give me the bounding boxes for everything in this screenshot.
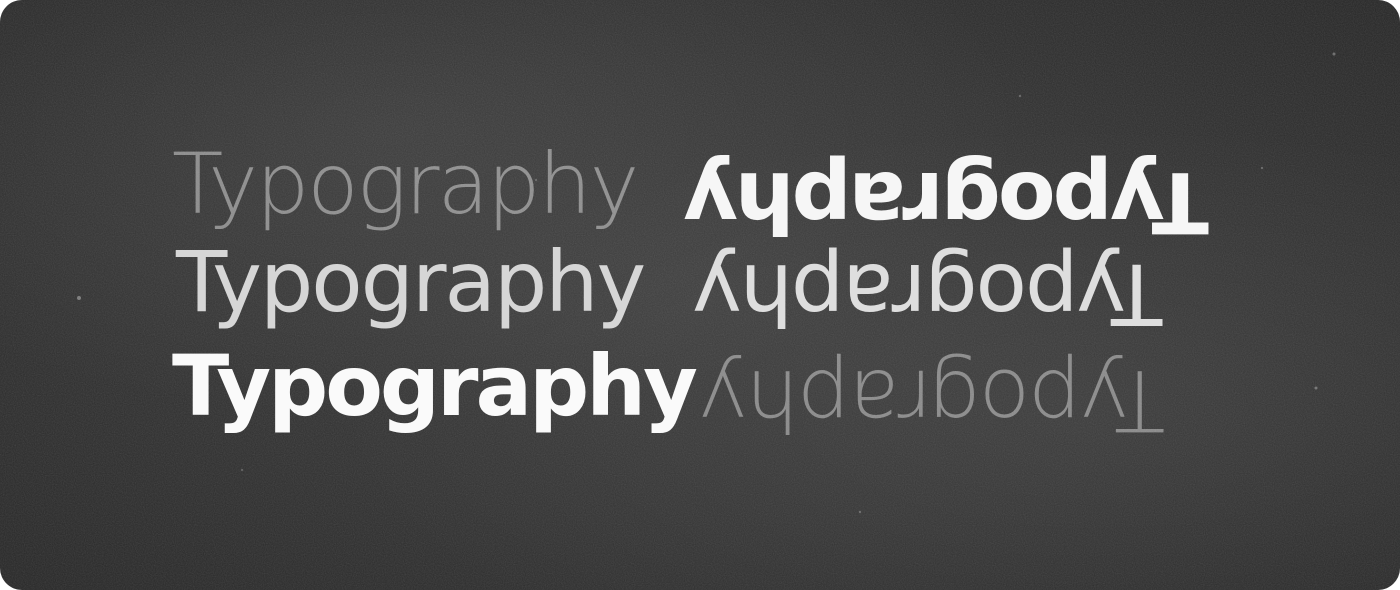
row2-regular-flipped-word: Typography [694, 245, 1163, 343]
typography-banner: Typography Typography Typography Typogra… [0, 0, 1400, 590]
row2-regular-word: Typography [176, 233, 646, 331]
row1-light-word: Typography [172, 135, 639, 233]
row3-light-flipped-word: Typography [700, 351, 1166, 449]
row3-bold-word: Typography [172, 337, 698, 435]
row1-bold-flipped-word: Typography [686, 153, 1209, 251]
